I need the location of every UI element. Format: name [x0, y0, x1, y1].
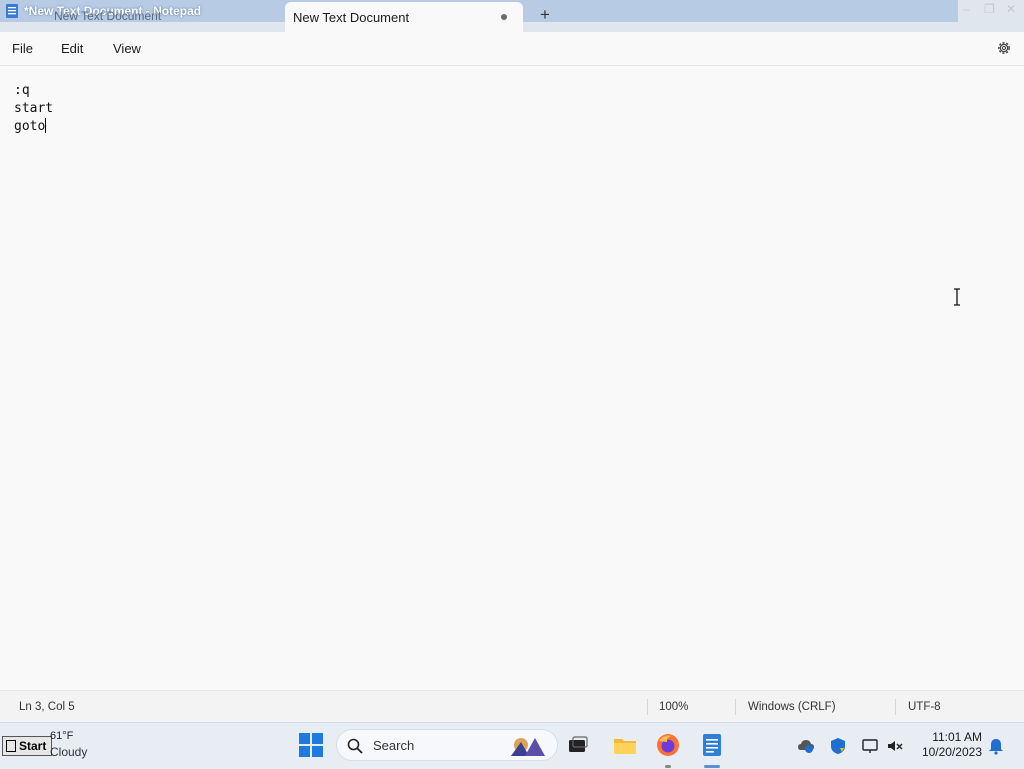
status-divider	[647, 699, 648, 715]
menu-edit[interactable]: Edit	[61, 41, 83, 56]
file-explorer-icon[interactable]	[612, 732, 638, 758]
menu-file[interactable]: File	[12, 41, 33, 56]
windows-start-icon[interactable]	[298, 732, 324, 758]
editor-line: start	[14, 101, 54, 116]
cursor-position: Ln 3, Col 5	[19, 701, 75, 713]
weather-condition[interactable]: Cloudy	[50, 745, 87, 759]
start-button[interactable]: Start	[2, 736, 52, 756]
notepad-icon	[6, 4, 18, 18]
close-button[interactable]: ✕	[1006, 2, 1016, 16]
editor-text[interactable]: :q start goto	[14, 82, 53, 136]
maximize-button[interactable]: ❐	[984, 2, 995, 16]
notification-bell-icon[interactable]	[987, 737, 1005, 755]
taskbar: Start 61°F Cloudy Search 11:01 AM 10/20/…	[0, 722, 1024, 769]
firefox-icon[interactable]	[655, 732, 681, 758]
search-label: Search	[373, 738, 415, 753]
task-view-icon[interactable]	[565, 732, 591, 758]
tab-inactive-document[interactable]: New Text Document	[54, 9, 161, 23]
editor-line: goto	[14, 119, 46, 134]
clock-date: 10/20/2023	[921, 745, 982, 759]
settings-gear-icon[interactable]	[996, 40, 1012, 56]
search-highlight-icon	[511, 738, 545, 756]
weather-temperature[interactable]: 61°F	[50, 730, 73, 742]
title-bar: *New Text Document - Notepad New Text Do…	[0, 0, 1024, 33]
ibeam-cursor-icon	[954, 288, 960, 306]
system-clock[interactable]: 11:01 AM 10/20/2023	[912, 730, 982, 760]
tab-active-document[interactable]: New Text Document	[285, 2, 523, 32]
display-monitor-icon[interactable]	[861, 737, 879, 755]
taskbar-search-box[interactable]: Search	[336, 729, 558, 761]
new-tab-button[interactable]: +	[540, 5, 550, 25]
menu-view[interactable]: View	[113, 41, 141, 56]
editor-line: :q	[14, 83, 30, 98]
status-divider	[895, 699, 896, 715]
line-ending: Windows (CRLF)	[748, 701, 836, 713]
search-icon	[347, 738, 363, 754]
onedrive-status-icon[interactable]	[797, 737, 815, 755]
security-shield-icon[interactable]	[829, 737, 847, 755]
volume-muted-icon[interactable]	[886, 737, 904, 755]
start-label: Start	[19, 739, 47, 753]
zoom-level: 100%	[659, 701, 689, 713]
clock-time: 11:01 AM	[932, 730, 982, 744]
status-divider	[735, 699, 736, 715]
unsaved-dot-icon[interactable]	[501, 14, 507, 20]
status-bar: Ln 3, Col 5 100% Windows (CRLF) UTF-8	[0, 690, 1024, 723]
menu-bar: File Edit View	[0, 32, 1024, 66]
notepad-taskbar-icon[interactable]	[699, 732, 725, 758]
start-icon	[6, 740, 16, 752]
encoding: UTF-8	[908, 701, 941, 713]
text-editor[interactable]: :q start goto	[0, 66, 1024, 690]
minimize-button[interactable]: –	[963, 2, 970, 16]
text-caret	[45, 118, 47, 133]
tab-label: New Text Document	[293, 10, 410, 25]
